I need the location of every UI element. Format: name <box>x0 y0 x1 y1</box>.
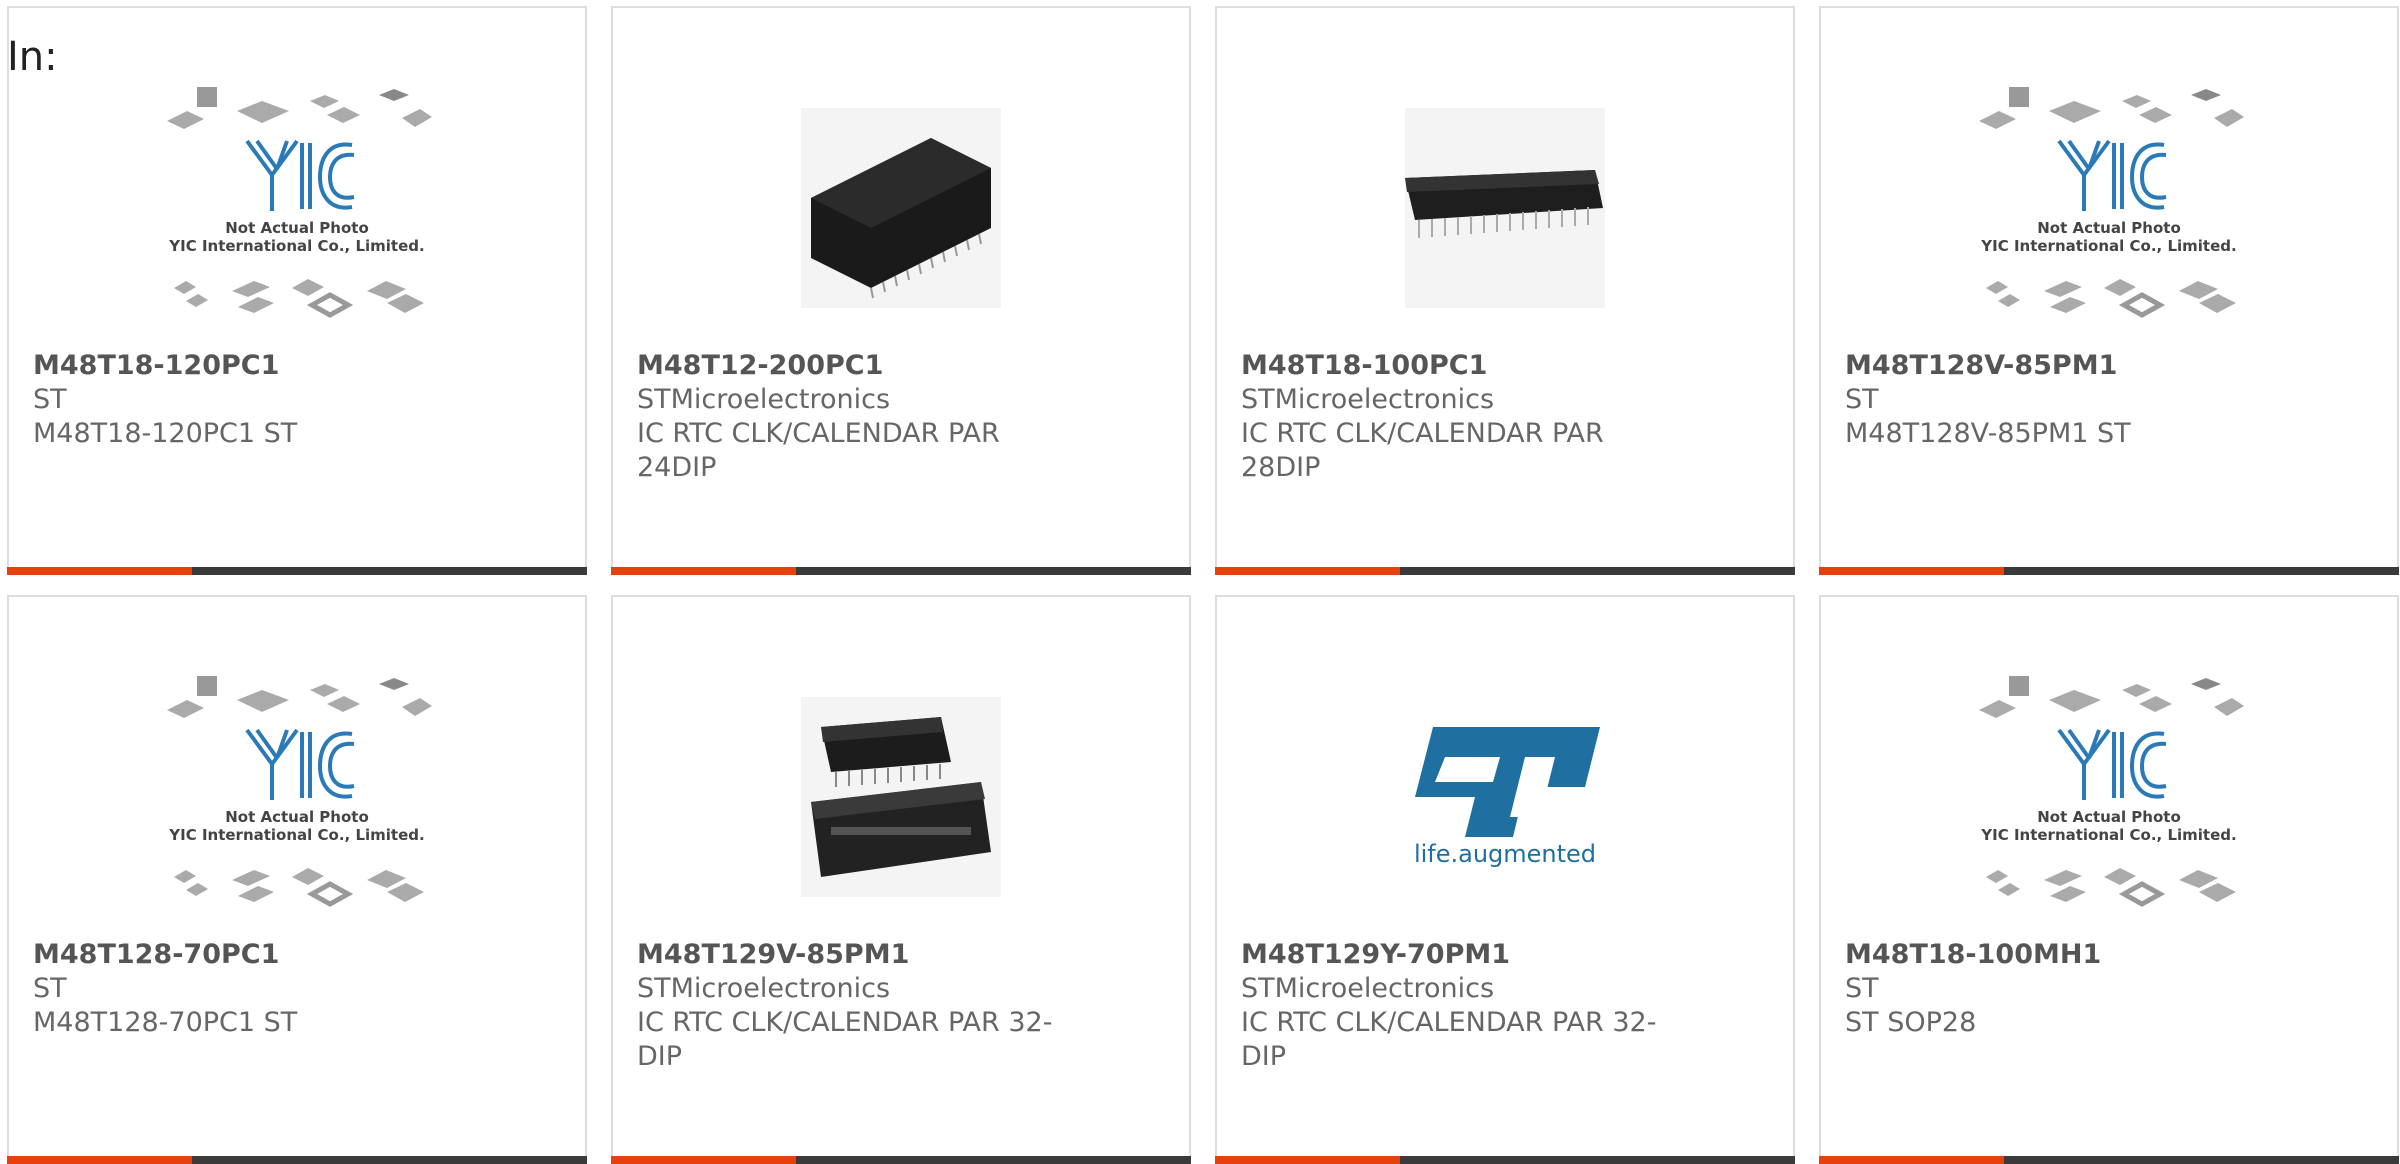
placeholder-line2: YIC International Co., Limited. <box>168 826 424 844</box>
product-card[interactable]: life.augmented M48T129Y-70PM1 STMicroele… <box>1215 595 1795 1164</box>
product-card[interactable]: M48T129V-85PM1 STMicroelectronics IC RTC… <box>611 595 1191 1164</box>
card-bottom-bar <box>7 567 587 575</box>
card-accent <box>7 1156 192 1164</box>
chip-module-icon <box>801 108 1001 308</box>
manufacturer: STMicroelectronics <box>1241 973 1495 1004</box>
card-bottom-bar <box>611 1156 1191 1164</box>
product-image: Not Actual Photo YIC International Co., … <box>1821 657 2397 937</box>
part-number[interactable]: M48T129V-85PM1 <box>637 938 1077 972</box>
placeholder-line2: YIC International Co., Limited. <box>168 237 424 255</box>
manufacturer: STMicroelectronics <box>1241 384 1495 415</box>
product-text: M48T128V-85PM1 ST M48T128V-85PM1 ST <box>1845 349 2285 451</box>
part-number[interactable]: M48T129Y-70PM1 <box>1241 938 1681 972</box>
part-number[interactable]: M48T18-100MH1 <box>1845 938 2285 972</box>
yic-placeholder-icon: Not Actual Photo YIC International Co., … <box>1979 676 2244 907</box>
part-number[interactable]: M48T12-200PC1 <box>637 349 1077 383</box>
product-image <box>613 657 1189 937</box>
product-card[interactable]: Not Actual Photo YIC International Co., … <box>7 6 587 575</box>
card-bottom-bar <box>1819 1156 2399 1164</box>
card-bottom-bar <box>1215 567 1795 575</box>
card-accent <box>1819 567 2004 575</box>
description: M48T128-70PC1 ST <box>33 1007 298 1038</box>
product-image: Not Actual Photo YIC International Co., … <box>1821 68 2397 348</box>
card-bottom-bar <box>611 567 1191 575</box>
product-card[interactable]: Not Actual Photo YIC International Co., … <box>1819 595 2399 1164</box>
manufacturer: ST <box>1845 973 1879 1004</box>
product-image <box>613 68 1189 348</box>
product-text: M48T18-100MH1 ST ST SOP28 <box>1845 938 2285 1040</box>
part-number[interactable]: M48T18-100PC1 <box>1241 349 1681 383</box>
part-number[interactable]: M48T128V-85PM1 <box>1845 349 2285 383</box>
description: ST SOP28 <box>1845 1007 1977 1038</box>
product-image <box>1217 68 1793 348</box>
card-bottom-bar <box>1819 567 2399 575</box>
product-image: Not Actual Photo YIC International Co., … <box>9 68 585 348</box>
product-card[interactable]: M48T18-100PC1 STMicroelectronics IC RTC … <box>1215 6 1795 575</box>
st-logo-icon: life.augmented <box>1414 727 1600 868</box>
card-bottom-bar <box>1215 1156 1795 1164</box>
product-text: M48T128-70PC1 ST M48T128-70PC1 ST <box>33 938 473 1040</box>
card-accent <box>1215 1156 1400 1164</box>
product-text: M48T18-100PC1 STMicroelectronics IC RTC … <box>1241 349 1681 485</box>
manufacturer: ST <box>33 384 67 415</box>
description: IC RTC CLK/CALENDAR PAR 28DIP <box>1241 418 1604 483</box>
product-image: Not Actual Photo YIC International Co., … <box>9 657 585 937</box>
description: IC RTC CLK/CALENDAR PAR 24DIP <box>637 418 1000 483</box>
card-accent <box>1819 1156 2004 1164</box>
dip-chip-icon <box>1405 108 1605 308</box>
description: M48T18-120PC1 ST <box>33 418 298 449</box>
description: M48T128V-85PM1 ST <box>1845 418 2131 449</box>
description: IC RTC CLK/CALENDAR PAR 32-DIP <box>637 1007 1053 1072</box>
manufacturer: ST <box>1845 384 1879 415</box>
in-label: In: <box>7 34 58 80</box>
st-logo-text: life.augmented <box>1414 840 1596 868</box>
yic-placeholder-icon: Not Actual Photo YIC International Co., … <box>167 87 432 318</box>
product-text: M48T129V-85PM1 STMicroelectronics IC RTC… <box>637 938 1077 1074</box>
product-grid: Not Actual Photo YIC International Co., … <box>7 6 2400 1164</box>
card-accent <box>7 567 192 575</box>
description: IC RTC CLK/CALENDAR PAR 32-DIP <box>1241 1007 1657 1072</box>
product-card[interactable]: Not Actual Photo YIC International Co., … <box>7 595 587 1164</box>
part-number[interactable]: M48T18-120PC1 <box>33 349 473 383</box>
manufacturer: STMicroelectronics <box>637 384 891 415</box>
manufacturer: STMicroelectronics <box>637 973 891 1004</box>
product-card[interactable]: Not Actual Photo YIC International Co., … <box>1819 6 2399 575</box>
product-text: M48T18-120PC1 ST M48T18-120PC1 ST <box>33 349 473 451</box>
yic-placeholder-icon: Not Actual Photo YIC International Co., … <box>167 676 432 907</box>
placeholder-line1: Not Actual Photo <box>2037 808 2181 826</box>
part-number[interactable]: M48T128-70PC1 <box>33 938 473 972</box>
placeholder-line2: YIC International Co., Limited. <box>1980 237 2236 255</box>
card-bottom-bar <box>7 1156 587 1164</box>
placeholder-line2: YIC International Co., Limited. <box>1980 826 2236 844</box>
card-accent <box>611 1156 796 1164</box>
product-text: M48T129Y-70PM1 STMicroelectronics IC RTC… <box>1241 938 1681 1074</box>
placeholder-line1: Not Actual Photo <box>225 808 369 826</box>
product-image: life.augmented <box>1217 657 1793 937</box>
dip-module-icon <box>801 697 1001 897</box>
product-text: M48T12-200PC1 STMicroelectronics IC RTC … <box>637 349 1077 485</box>
placeholder-line1: Not Actual Photo <box>225 219 369 237</box>
yic-placeholder-icon: Not Actual Photo YIC International Co., … <box>1979 87 2244 318</box>
card-accent <box>1215 567 1400 575</box>
product-card[interactable]: M48T12-200PC1 STMicroelectronics IC RTC … <box>611 6 1191 575</box>
card-accent <box>611 567 796 575</box>
manufacturer: ST <box>33 973 67 1004</box>
placeholder-line1: Not Actual Photo <box>2037 219 2181 237</box>
